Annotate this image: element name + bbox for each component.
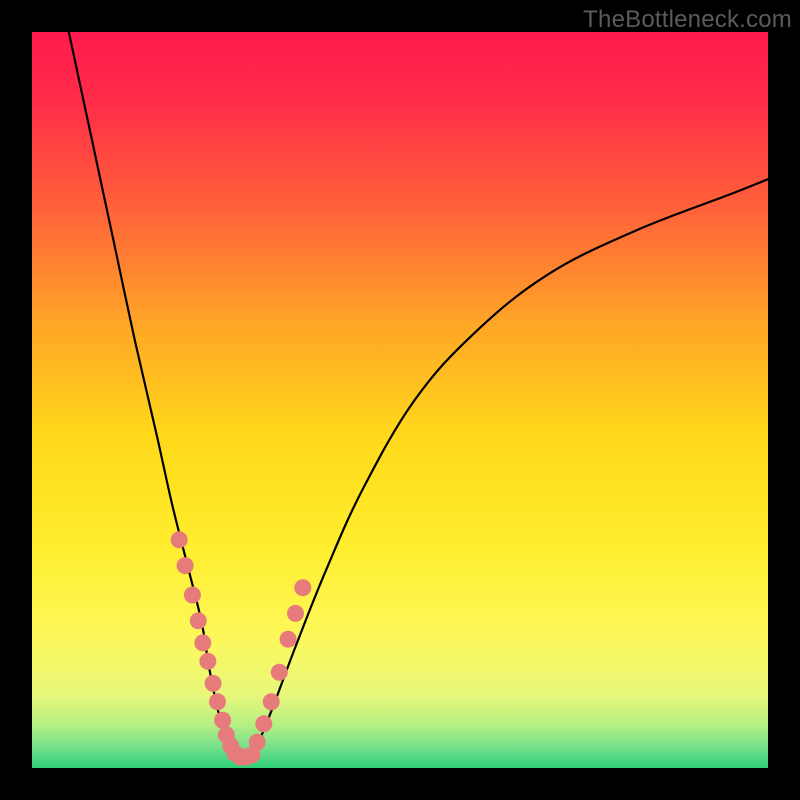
data-point xyxy=(255,715,272,732)
data-point xyxy=(214,712,231,729)
data-point xyxy=(209,693,226,710)
data-point xyxy=(184,587,201,604)
data-point xyxy=(177,557,194,574)
data-point xyxy=(263,693,280,710)
bottleneck-curve xyxy=(69,32,768,762)
scatter-dots-left xyxy=(171,531,261,765)
data-point xyxy=(271,664,288,681)
chart-frame xyxy=(32,32,768,768)
data-point xyxy=(171,531,188,548)
data-point xyxy=(205,675,222,692)
data-point xyxy=(199,653,216,670)
scatter-dots-right xyxy=(249,579,312,751)
data-point xyxy=(249,734,266,751)
data-point xyxy=(194,634,211,651)
data-point xyxy=(190,612,207,629)
watermark-text: TheBottleneck.com xyxy=(583,6,792,34)
chart-overlay xyxy=(32,32,768,768)
data-point xyxy=(294,579,311,596)
data-point xyxy=(287,605,304,622)
data-point xyxy=(280,631,297,648)
